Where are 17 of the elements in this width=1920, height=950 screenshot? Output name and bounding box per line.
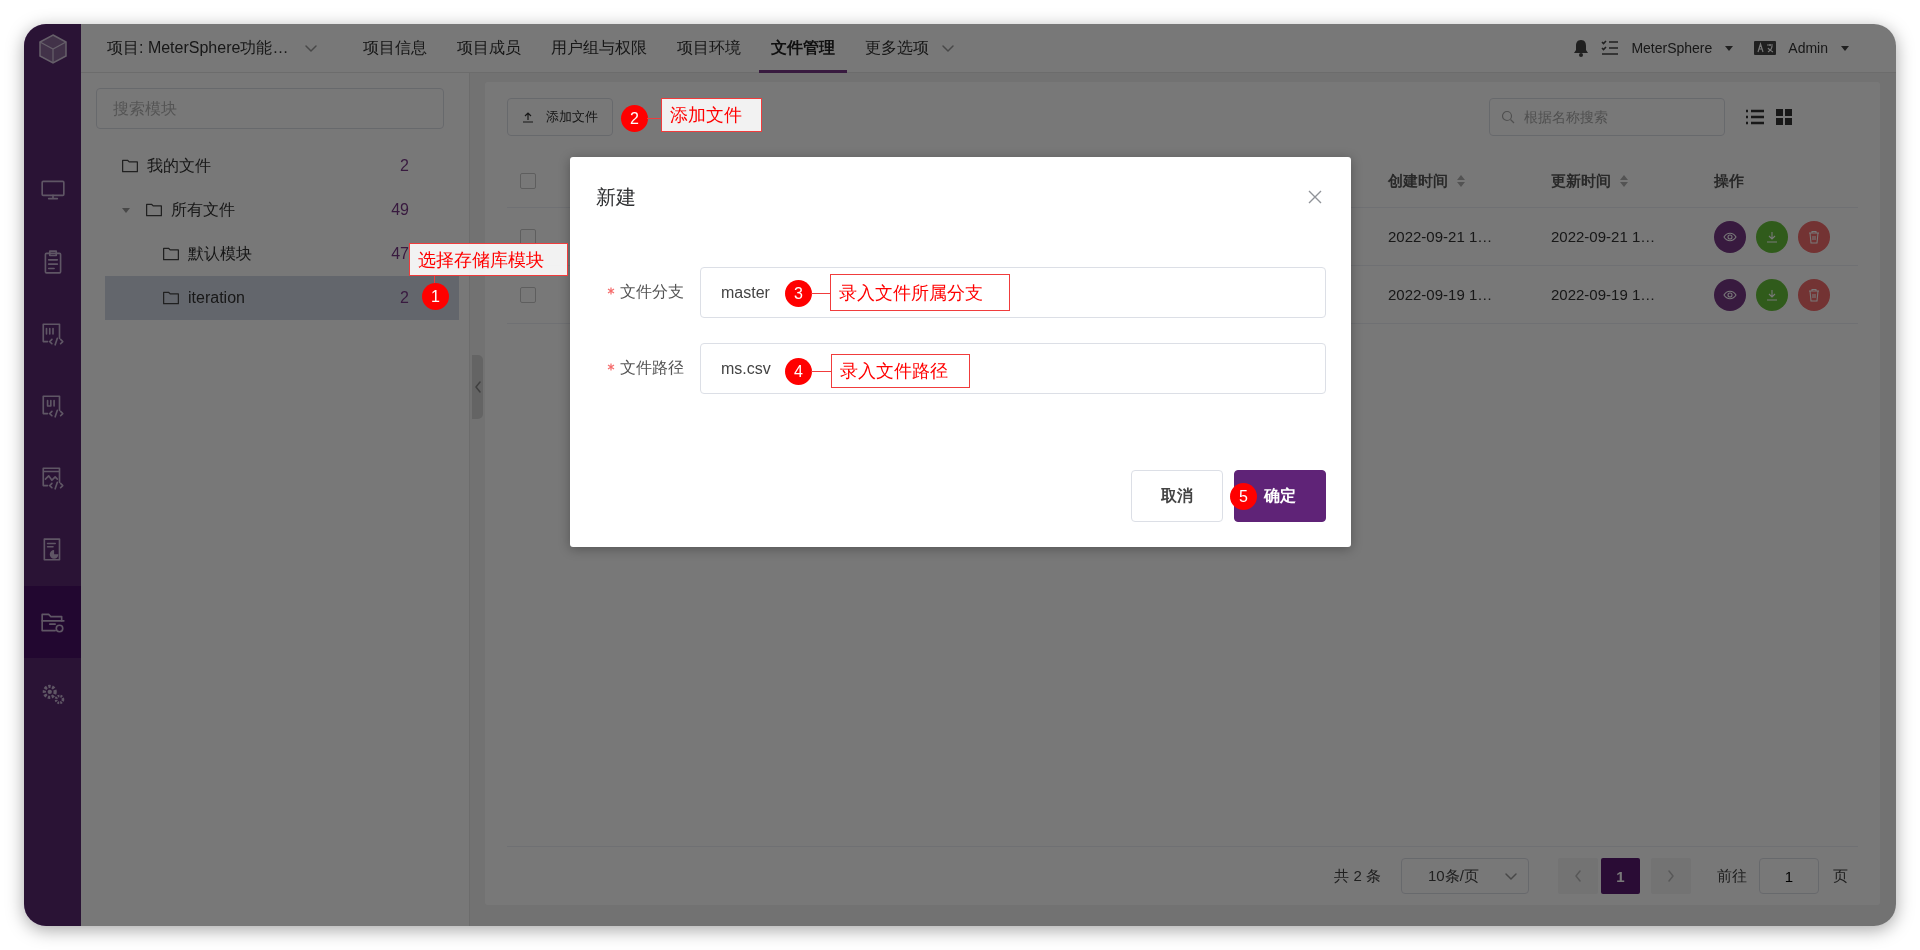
field-label: 文件分支 <box>620 282 684 302</box>
callout-label: 添加文件 <box>661 98 762 132</box>
page-suffix: 页 <box>1833 866 1848 886</box>
dialog-title: 新建 <box>596 184 636 210</box>
table-cell: 2022-09-21 1… <box>1551 228 1656 245</box>
callout-label: 录入文件路径 <box>831 354 970 388</box>
callout-label: 录入文件所属分支 <box>830 274 1010 311</box>
table-cell: 2022-09-19 1… <box>1388 286 1493 303</box>
field-label: 文件路径 <box>620 358 684 378</box>
column-header: 操作 <box>1714 171 1744 191</box>
callout-label: 选择存储库模块 <box>409 243 568 276</box>
total-count: 共 2 条 <box>1334 866 1381 886</box>
goto-label: 前往 <box>1717 866 1747 886</box>
table-cell: 2022-09-19 1… <box>1551 286 1656 303</box>
column-header: 创建时间 <box>1388 171 1448 191</box>
column-header: 更新时间 <box>1551 171 1611 191</box>
table-cell: 2022-09-21 1… <box>1388 228 1493 245</box>
